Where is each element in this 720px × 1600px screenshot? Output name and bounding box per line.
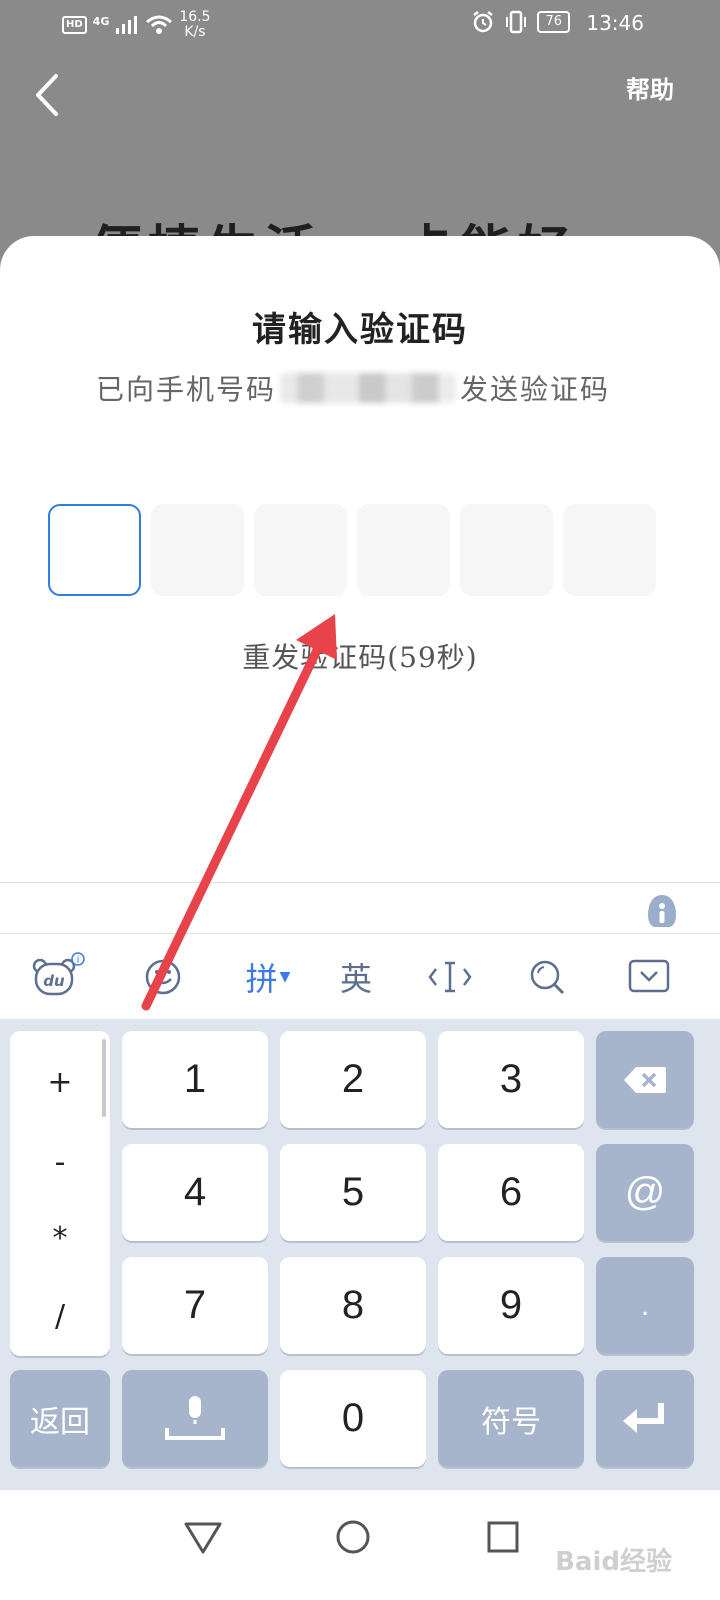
emoji-button[interactable] — [138, 952, 188, 1002]
search-button[interactable] — [524, 952, 570, 1002]
symbol-column[interactable]: + - * / — [10, 1031, 110, 1356]
keyboard-toolbar: du i 拼 ▼ 英 — [0, 933, 720, 1020]
search-icon — [530, 960, 565, 995]
key-0[interactable]: 0 — [280, 1370, 426, 1467]
return-key[interactable]: 返回 — [10, 1370, 110, 1467]
cursor-icon — [428, 961, 472, 993]
key-6[interactable]: 6 — [438, 1144, 584, 1241]
code-box-6[interactable] — [563, 504, 656, 596]
svg-text:i: i — [77, 955, 80, 966]
battery-indicator: 76 — [537, 11, 570, 33]
pinyin-label: 拼 — [245, 960, 278, 998]
system-nav-bar: Baid经验 — [0, 1490, 720, 1600]
du-bear-button[interactable]: du i — [30, 952, 86, 1002]
du-label: du — [43, 972, 65, 990]
symbol-multiply-key[interactable]: * — [10, 1221, 110, 1256]
hd-badge: HD — [62, 16, 87, 34]
watermark: Baid经验 — [555, 1547, 672, 1577]
english-label: 英 — [339, 960, 372, 998]
keyboard-assist-strip — [0, 883, 720, 933]
symbol-plus-key[interactable]: + — [10, 1065, 110, 1100]
symbol-divide-key[interactable]: / — [10, 1299, 110, 1334]
signal-icon — [116, 16, 138, 34]
nav-home-icon[interactable] — [328, 1512, 378, 1562]
alarm-icon — [473, 11, 494, 33]
key-8[interactable]: 8 — [280, 1257, 426, 1354]
key-9[interactable]: 9 — [438, 1257, 584, 1354]
sheet-subtitle: 已向手机号码 发送验证码 — [96, 373, 611, 406]
key-2[interactable]: 2 — [280, 1031, 426, 1128]
code-box-1[interactable] — [48, 504, 141, 596]
back-arrow-icon[interactable] — [30, 70, 70, 120]
at-key[interactable]: @ — [596, 1144, 694, 1241]
vibrate-icon — [506, 10, 527, 34]
wifi-icon — [146, 15, 173, 34]
dot-key[interactable]: . — [596, 1257, 694, 1354]
verification-sheet: 请输入验证码 已向手机号码 发送验证码 重发验证码(59秒) — [0, 236, 720, 936]
ai-assistant-icon[interactable] — [644, 893, 680, 929]
code-input-row — [48, 504, 656, 596]
symbol-minus-key[interactable]: - — [10, 1145, 110, 1180]
blurred-phone-number — [280, 373, 457, 403]
enter-key[interactable] — [596, 1370, 694, 1467]
collapse-keyboard-button[interactable] — [626, 952, 672, 1002]
network-speed: 16.5 K/s — [179, 9, 211, 40]
resend-code-countdown: 重发验证码(59秒) — [242, 641, 478, 674]
numeric-keypad: + - * / 1 2 3 4 5 6 @ 7 8 9 . 返回 0 符号 — [0, 1019, 720, 1490]
backspace-key[interactable] — [596, 1031, 694, 1128]
key-4[interactable]: 4 — [122, 1144, 268, 1241]
microphone-icon — [165, 1395, 225, 1440]
pinyin-mode-button[interactable]: 拼 ▼ — [238, 952, 298, 1002]
backspace-icon — [624, 1066, 666, 1093]
nav-back-icon[interactable] — [178, 1512, 228, 1562]
code-box-4[interactable] — [357, 504, 450, 596]
dropdown-caret-icon: ▼ — [279, 969, 291, 985]
english-mode-button[interactable]: 英 — [334, 952, 378, 1002]
network-type: 4G — [92, 14, 110, 28]
key-5[interactable]: 5 — [280, 1144, 426, 1241]
cursor-button[interactable] — [426, 952, 474, 1002]
collapse-keyboard-icon — [628, 959, 670, 993]
sheet-title: 请输入验证码 — [252, 310, 468, 350]
code-box-2[interactable] — [151, 504, 244, 596]
code-box-3[interactable] — [254, 504, 347, 596]
du-bear-icon: du i — [32, 952, 85, 996]
voice-input-key[interactable] — [122, 1370, 268, 1467]
status-bar: HD 4G 16.5 K/s 76 13:46 — [0, 0, 720, 48]
help-link[interactable]: 帮助 — [626, 70, 674, 105]
key-1[interactable]: 1 — [122, 1031, 268, 1128]
emoji-icon — [145, 959, 181, 995]
nav-recent-icon[interactable] — [478, 1512, 528, 1562]
symbols-key[interactable]: 符号 — [438, 1370, 584, 1467]
enter-icon — [623, 1402, 664, 1433]
key-3[interactable]: 3 — [438, 1031, 584, 1128]
key-7[interactable]: 7 — [122, 1257, 268, 1354]
code-box-5[interactable] — [460, 504, 553, 596]
clock: 13:46 — [586, 11, 644, 35]
